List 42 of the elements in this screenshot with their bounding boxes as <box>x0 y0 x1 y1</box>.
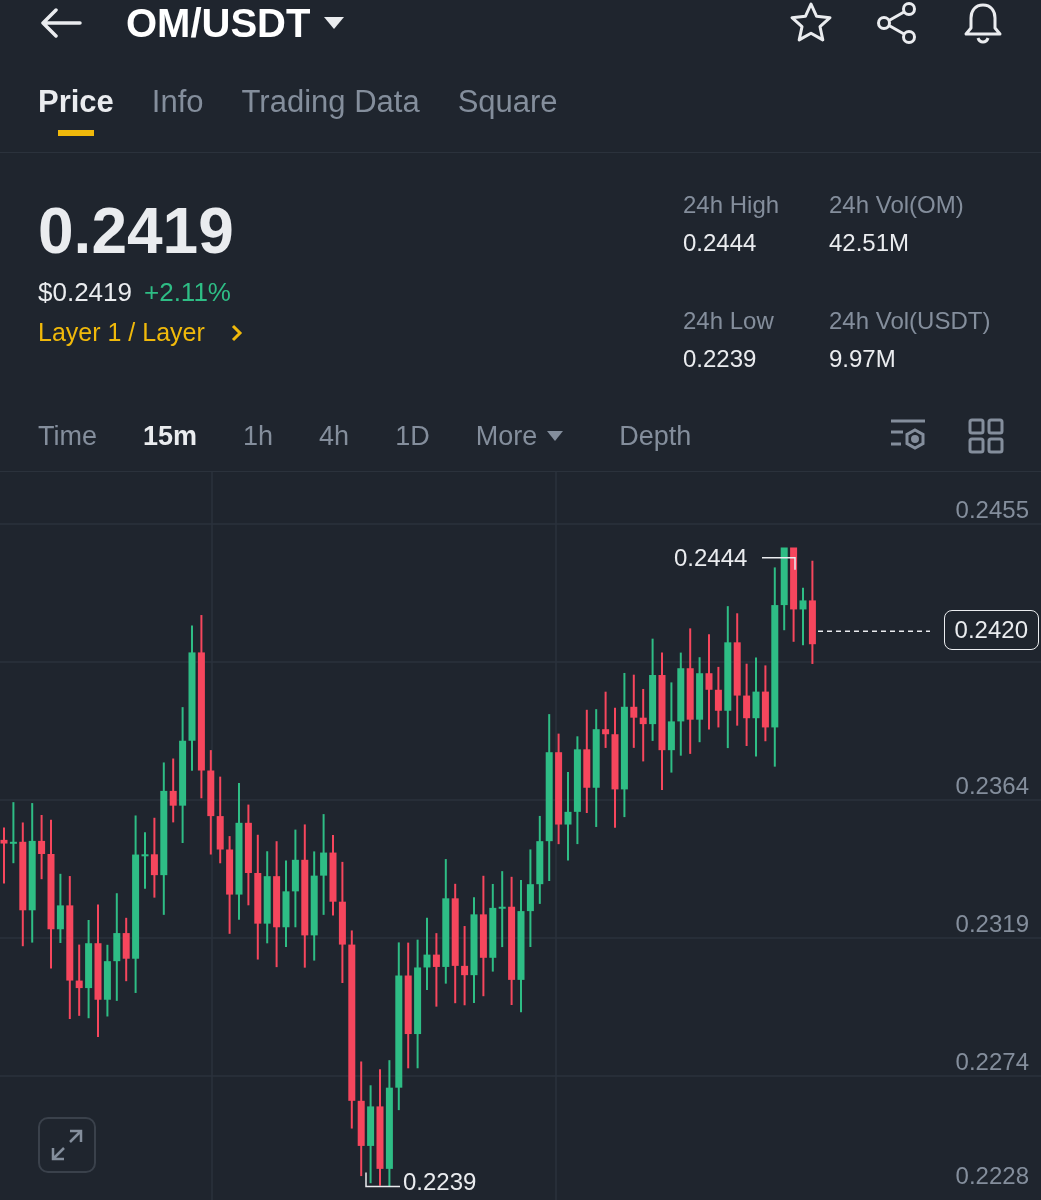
pair-title[interactable]: OM/USDT <box>126 0 311 46</box>
price-change: +2.11% <box>144 277 231 308</box>
tab[interactable]: Price <box>38 84 114 152</box>
axis-label: 0.2319 <box>955 910 1029 938</box>
axis-label: 0.2455 <box>955 496 1029 524</box>
interval-tab[interactable]: 4h <box>319 420 350 452</box>
interval-tab[interactable]: 15m <box>143 420 198 452</box>
interval-tab[interactable]: 1h <box>243 420 274 452</box>
leader-line <box>365 1171 401 1188</box>
stat-label: 24h Vol(USDT) <box>829 307 992 335</box>
stat-value: 9.97M <box>829 345 897 373</box>
usd-price: $0.2419 <box>38 277 132 308</box>
expand-button[interactable] <box>38 1117 96 1173</box>
caret-icon[interactable] <box>324 17 345 29</box>
stat-label: 24h Vol(OM) <box>829 191 965 219</box>
expand-icon <box>50 1128 84 1162</box>
stat-label: 24h Low <box>683 307 775 335</box>
high-price-label: 0.2444 <box>674 543 748 572</box>
axis-label: 0.2274 <box>955 1048 1029 1076</box>
interval-tab[interactable]: 1D <box>395 420 430 452</box>
category-link[interactable]: Layer 1 / Layer <box>38 318 205 347</box>
stat-label: 24h High <box>683 191 781 219</box>
stat-value: 0.2239 <box>683 345 758 373</box>
low-price-label: 0.2239 <box>403 1168 477 1197</box>
more-dropdown[interactable]: More <box>475 420 564 452</box>
axis-label: 0.2364 <box>955 772 1029 800</box>
back-arrow-icon[interactable] <box>40 8 82 38</box>
last-price: 0.2419 <box>38 194 235 269</box>
tab[interactable]: Trading Data <box>241 84 420 152</box>
axis-label: 0.2228 <box>955 1162 1029 1190</box>
stat-value: 42.51M <box>829 229 911 257</box>
grid-layout-icon[interactable] <box>967 418 1005 454</box>
share-icon[interactable] <box>875 1 919 45</box>
chevron-right-icon[interactable] <box>230 323 243 342</box>
tab[interactable]: Info <box>151 84 204 152</box>
tab[interactable]: Square <box>457 84 558 152</box>
caret-icon <box>547 431 564 441</box>
stat-value: 0.2444 <box>683 229 758 257</box>
interval-tab[interactable]: Depth <box>619 420 692 452</box>
interval-tab[interactable]: Time <box>38 420 97 452</box>
leader-line <box>761 557 796 571</box>
last-price-tag: 0.2420 <box>943 610 1039 651</box>
